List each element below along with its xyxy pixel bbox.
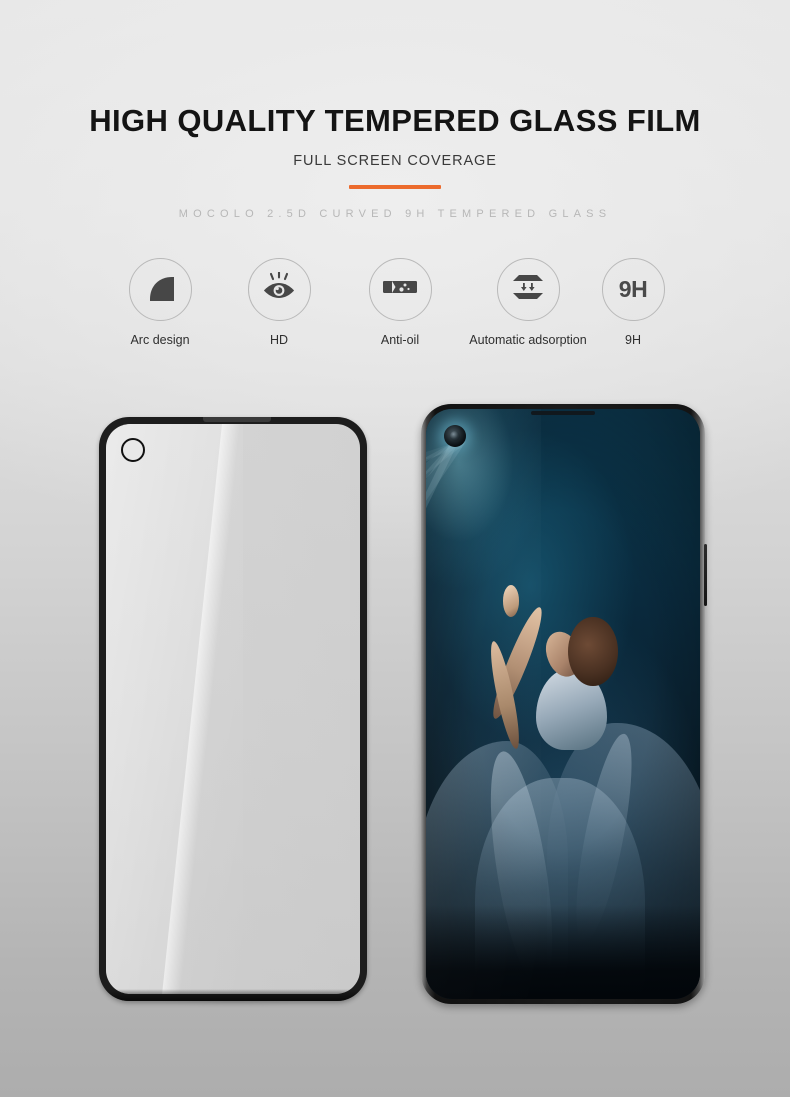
phone-earpiece-slot bbox=[531, 411, 595, 415]
feature-label: Arc design bbox=[130, 333, 190, 347]
phone-body bbox=[421, 404, 707, 1004]
glass-earpiece-cutout bbox=[203, 417, 271, 422]
feature-icon-circle bbox=[496, 258, 560, 321]
volume-power-button[interactable] bbox=[704, 544, 707, 606]
page-subtitle: FULL SCREEN COVERAGE bbox=[293, 152, 497, 169]
brand-tagline: MOCOLO 2.5D CURVED 9H TEMPERED GLASS bbox=[178, 207, 612, 220]
oil-drop-repel-icon bbox=[382, 277, 418, 302]
camera-lens bbox=[450, 431, 460, 441]
phone-camera-cutout bbox=[444, 425, 466, 447]
feature-item-9h: 9H 9H bbox=[590, 258, 676, 347]
feature-item-arc-design: Arc design bbox=[97, 258, 223, 347]
header-block: HIGH QUALITY TEMPERED GLASS FILM FULL SC… bbox=[0, 103, 790, 220]
feature-label: Automatic adsorption bbox=[469, 333, 587, 347]
feature-list: Arc design HD Anti-oil Automatic adsorpt… bbox=[0, 258, 790, 363]
glass-camera-cutout bbox=[121, 438, 145, 462]
glass-frame bbox=[99, 417, 367, 1001]
adsorption-plates-icon bbox=[511, 274, 545, 305]
page-title: HIGH QUALITY TEMPERED GLASS FILM bbox=[89, 103, 701, 138]
feature-label: 9H bbox=[625, 333, 641, 347]
product-marketing-banner: HIGH QUALITY TEMPERED GLASS FILM FULL SC… bbox=[0, 0, 790, 1097]
feature-icon-circle: 9H bbox=[601, 258, 665, 321]
smartphone bbox=[421, 404, 707, 1010]
feature-icon-circle bbox=[368, 258, 432, 321]
tempered-glass-protector bbox=[99, 417, 367, 1007]
accent-divider bbox=[349, 184, 441, 189]
screen-reflection bbox=[426, 409, 542, 999]
feature-label: Anti-oil bbox=[380, 333, 420, 347]
feature-item-anti-oil: Anti-oil bbox=[337, 258, 463, 347]
glass-bottom-edge bbox=[99, 989, 367, 1001]
feature-label: HD bbox=[269, 333, 289, 347]
glass-surface bbox=[106, 424, 360, 994]
feature-item-hd: HD bbox=[216, 258, 342, 347]
feature-item-automatic-adsorption: Automatic adsorption bbox=[455, 258, 601, 347]
feature-icon-circle bbox=[128, 258, 192, 321]
hardness-9h-icon: 9H bbox=[618, 276, 648, 302]
eye-icon bbox=[262, 271, 296, 307]
arc-corner-icon bbox=[145, 272, 175, 307]
feature-icon-circle bbox=[247, 258, 311, 321]
phone-screen bbox=[426, 409, 700, 999]
